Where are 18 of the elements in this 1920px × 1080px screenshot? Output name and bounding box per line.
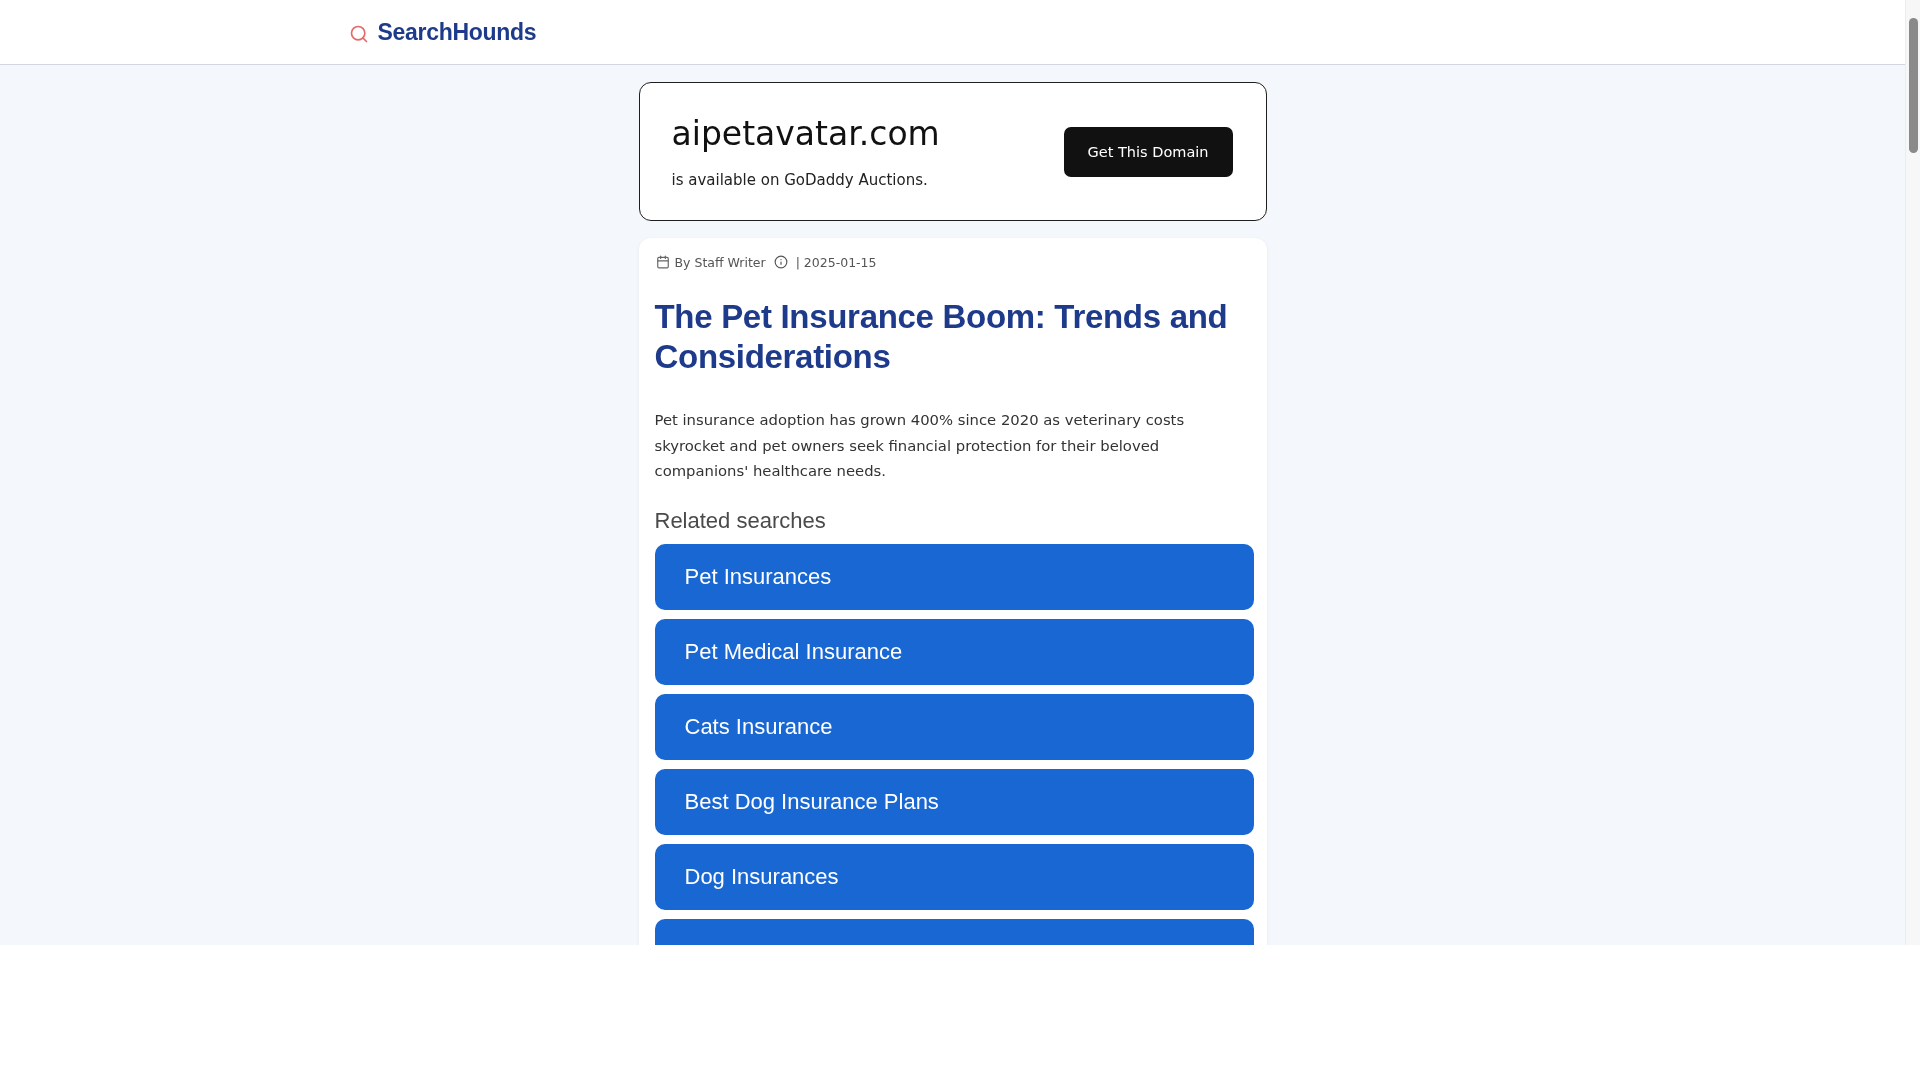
article-title: The Pet Insurance Boom: Trends and Considerations	[654, 297, 1229, 377]
brand-link[interactable]: SearchHounds	[348, 18, 537, 46]
domain-name: aipetavatar.com	[671, 114, 940, 154]
info-icon	[773, 255, 788, 269]
get-domain-button[interactable]: Get This Domain	[1063, 127, 1233, 177]
publish-date: | 2025-01-15	[795, 254, 877, 270]
calendar-icon	[655, 255, 670, 269]
related-search-link[interactable]: Best Dog Insurance Plans	[654, 768, 1254, 835]
related-search-link[interactable]: Pet Medical Insurance	[654, 618, 1254, 685]
magnifier-icon	[348, 23, 369, 44]
byline: By Staff Writer	[674, 254, 766, 270]
related-search-link[interactable]: Dog Insurances	[654, 843, 1254, 910]
related-search-link[interactable]: Cats Insurance	[654, 693, 1254, 760]
article-summary: Pet insurance adoption has grown 400% since 2020 as veterinary costs skyrocket and pet owners seek financial protection for their beloved companions' healthcare needs.	[654, 410, 1186, 481]
section-heading: Related searches	[654, 507, 827, 534]
availability-note: is available on GoDaddy Auctions.	[671, 170, 929, 190]
scrollbar-thumb[interactable]	[1909, 18, 1918, 153]
related-search-link[interactable]: Pet Insurances	[654, 543, 1254, 610]
